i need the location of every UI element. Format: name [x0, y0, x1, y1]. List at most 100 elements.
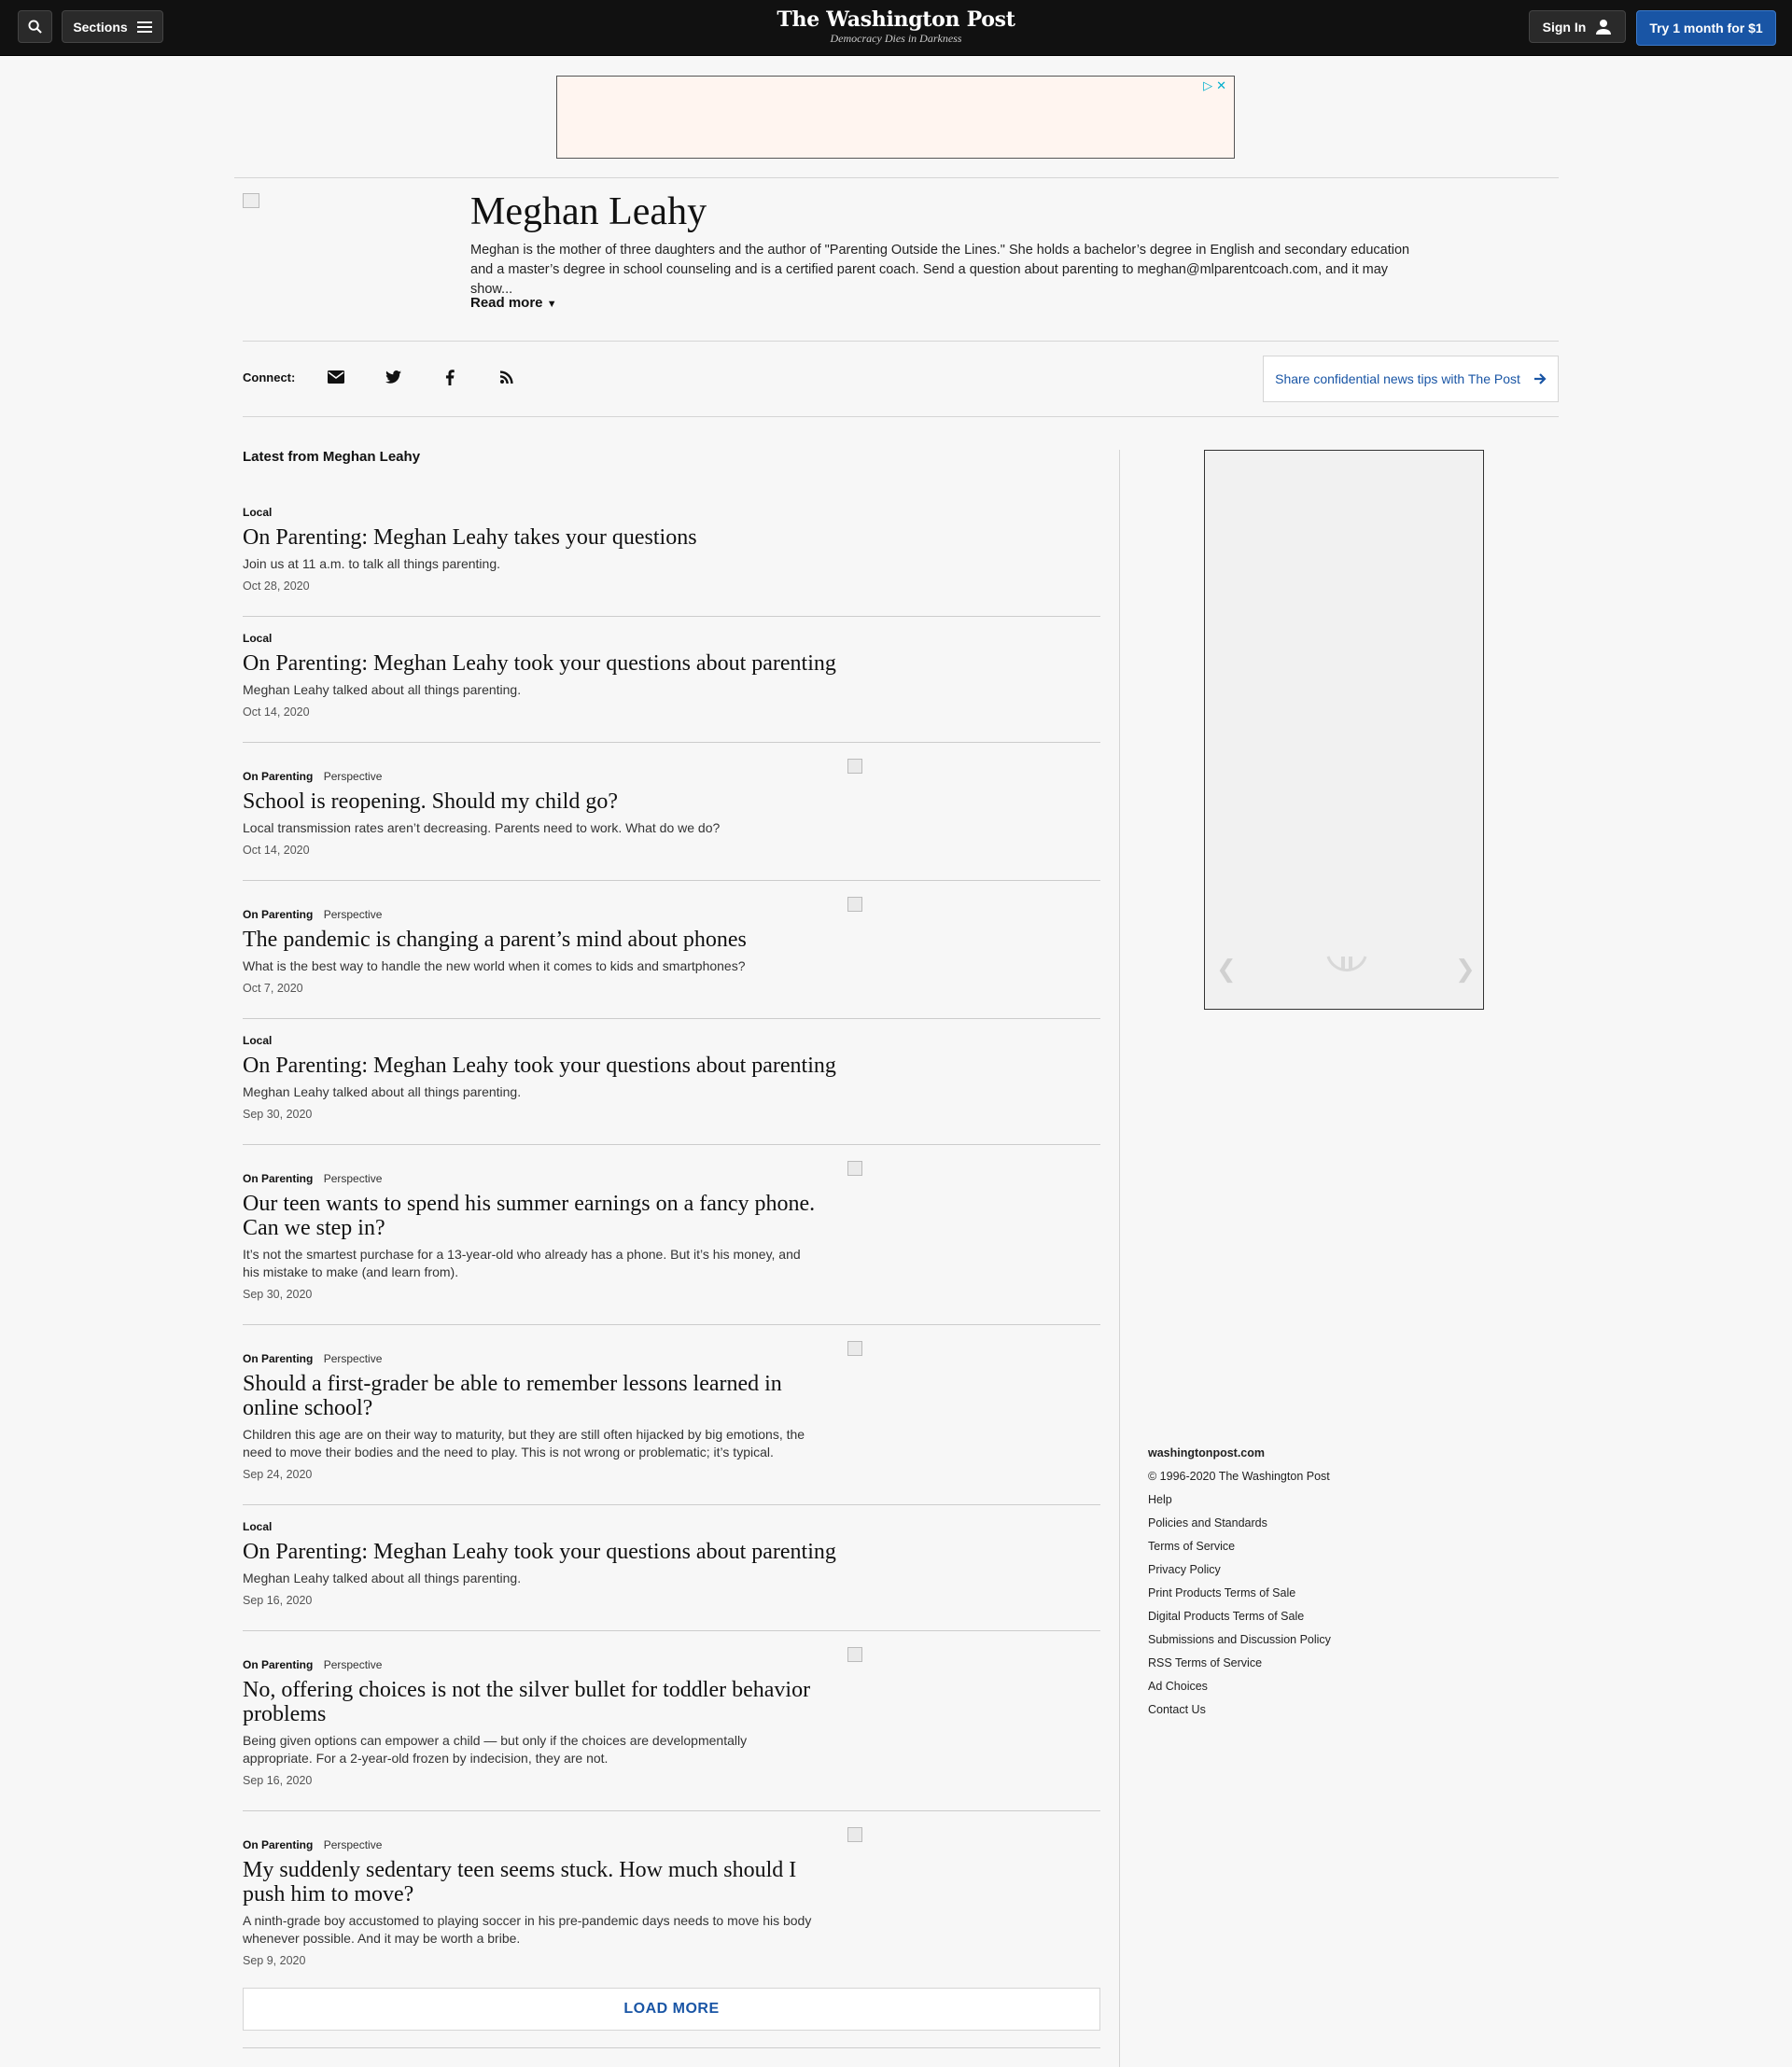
story-section[interactable]: Local — [243, 1034, 272, 1047]
story-section[interactable]: Local — [243, 632, 272, 645]
divider — [243, 2047, 1100, 2048]
story-label: Perspective — [323, 770, 383, 783]
story-kicker: Local — [243, 631, 1100, 646]
footer-link-submissions[interactable]: Submissions and Discussion Policy — [1148, 1628, 1331, 1652]
story-headline[interactable]: Should a first-grader be able to remembe… — [243, 1372, 821, 1420]
facebook-icon[interactable] — [439, 367, 461, 387]
rss-icon[interactable] — [496, 367, 518, 387]
read-more-button[interactable]: Read more ▼ — [470, 295, 557, 311]
email-icon[interactable] — [325, 367, 347, 387]
sections-menu-button[interactable]: Sections — [62, 10, 163, 43]
story-date: Oct 7, 2020 — [243, 982, 303, 995]
sign-in-button[interactable]: Sign In — [1529, 10, 1626, 43]
story-item: Local On Parenting: Meghan Leahy took yo… — [243, 1033, 1100, 1122]
story-label: Perspective — [323, 1172, 383, 1185]
site-logo[interactable]: The Washington Post Democracy Dies in Da… — [709, 7, 1083, 45]
story-item: Local On Parenting: Meghan Leahy takes y… — [243, 505, 1100, 594]
story-section[interactable]: Local — [243, 1520, 272, 1533]
sidebar-advertisement[interactable]: ❮ ❯ — [1204, 450, 1484, 1010]
brand-name: The Washington Post — [777, 7, 1015, 32]
story-blurb: Local transmission rates aren’t decreasi… — [243, 820, 721, 835]
footer-link-ad-choices[interactable]: Ad Choices — [1148, 1675, 1331, 1698]
story-section[interactable]: On Parenting — [243, 1172, 313, 1185]
load-more-button[interactable]: LOAD MORE — [243, 1988, 1100, 2031]
story-section[interactable]: On Parenting — [243, 1658, 313, 1671]
pause-icon[interactable] — [1324, 947, 1369, 993]
caret-down-icon: ▼ — [546, 299, 557, 310]
footer-site-name: washingtonpost.com — [1148, 1446, 1265, 1459]
story-headline[interactable]: School is reopening. Should my child go? — [243, 789, 821, 814]
story-thumbnail[interactable] — [847, 759, 862, 774]
ad-choices-icon[interactable]: ▷✕ — [1203, 78, 1230, 93]
story-kicker: On Parenting Perspective — [243, 907, 1100, 922]
story-item: Local On Parenting: Meghan Leahy took yo… — [243, 1519, 1100, 1608]
story-headline[interactable]: On Parenting: Meghan Leahy takes your qu… — [243, 525, 821, 550]
author-name: Meghan Leahy — [470, 190, 707, 233]
search-button[interactable] — [18, 10, 52, 43]
subscribe-button[interactable]: Try 1 month for $1 — [1636, 10, 1776, 46]
site-footer: washingtonpost.com © 1996-2020 The Washi… — [1148, 1442, 1331, 1722]
story-section[interactable]: On Parenting — [243, 1352, 313, 1365]
story-blurb: Meghan Leahy talked about all things par… — [243, 1084, 522, 1099]
divider — [234, 177, 1559, 178]
story-kicker: Local — [243, 505, 1100, 520]
chevron-left-icon[interactable]: ❮ — [1216, 955, 1237, 984]
story-label: Perspective — [323, 1658, 383, 1671]
story-blurb: Children this age are on their way to ma… — [243, 1427, 805, 1459]
story-kicker: On Parenting Perspective — [243, 1171, 1100, 1186]
story-headline[interactable]: Our teen wants to spend his summer earni… — [243, 1192, 821, 1240]
story-headline[interactable]: On Parenting: Meghan Leahy took your que… — [243, 651, 896, 676]
story-section[interactable]: On Parenting — [243, 770, 313, 783]
story-date: Sep 30, 2020 — [243, 1288, 313, 1301]
footer-link-help[interactable]: Help — [1148, 1488, 1331, 1512]
story-date: Oct 28, 2020 — [243, 580, 310, 593]
story-date: Sep 16, 2020 — [243, 1774, 313, 1787]
footer-link-rss-terms[interactable]: RSS Terms of Service — [1148, 1652, 1331, 1675]
footer-link-terms[interactable]: Terms of Service — [1148, 1535, 1331, 1558]
story-headline[interactable]: On Parenting: Meghan Leahy took your que… — [243, 1054, 896, 1078]
story-kicker: On Parenting Perspective — [243, 1657, 1100, 1672]
story-headline[interactable]: The pandemic is changing a parent’s mind… — [243, 928, 821, 952]
story-kicker: Local — [243, 1519, 1100, 1534]
story-item: On Parenting Perspective Should a first-… — [243, 1341, 1100, 1482]
search-icon — [28, 20, 42, 34]
divider — [243, 1810, 1100, 1811]
footer-copyright: © 1996-2020 The Washington Post — [1148, 1470, 1330, 1483]
story-label: Perspective — [323, 908, 383, 921]
story-item: Local On Parenting: Meghan Leahy took yo… — [243, 631, 1100, 719]
story-item: On Parenting Perspective No, offering ch… — [243, 1647, 1100, 1788]
story-headline[interactable]: No, offering choices is not the silver b… — [243, 1678, 821, 1726]
story-section[interactable]: Local — [243, 506, 272, 519]
sign-in-label: Sign In — [1542, 19, 1587, 35]
story-blurb: What is the best way to handle the new w… — [243, 958, 746, 973]
story-headline[interactable]: My suddenly sedentary teen seems stuck. … — [243, 1858, 821, 1906]
story-thumbnail[interactable] — [847, 1827, 862, 1842]
column-divider — [1119, 450, 1120, 2067]
story-thumbnail[interactable] — [847, 1647, 862, 1662]
story-label: Perspective — [323, 1352, 383, 1365]
story-thumbnail[interactable] — [847, 1341, 862, 1356]
hamburger-icon — [136, 21, 152, 33]
story-blurb: Being given options can empower a child … — [243, 1733, 748, 1766]
story-section[interactable]: On Parenting — [243, 908, 313, 921]
footer-link-privacy[interactable]: Privacy Policy — [1148, 1558, 1331, 1582]
story-blurb: Meghan Leahy talked about all things par… — [243, 1571, 522, 1585]
advertisement-banner[interactable]: ▷✕ — [556, 76, 1235, 159]
story-thumbnail[interactable] — [847, 897, 862, 912]
footer-link-policies[interactable]: Policies and Standards — [1148, 1512, 1331, 1535]
story-headline[interactable]: On Parenting: Meghan Leahy took your que… — [243, 1540, 896, 1564]
story-thumbnail[interactable] — [847, 1161, 862, 1176]
twitter-icon[interactable] — [382, 367, 404, 387]
story-blurb: A ninth-grade boy accustomed to playing … — [243, 1913, 812, 1946]
brand-tagline: Democracy Dies in Darkness — [830, 32, 962, 45]
footer-link-contact[interactable]: Contact Us — [1148, 1698, 1331, 1722]
story-date: Sep 16, 2020 — [243, 1594, 313, 1607]
story-blurb: It’s not the smartest purchase for a 13-… — [243, 1247, 801, 1279]
news-tips-button[interactable]: Share confidential news tips with The Po… — [1263, 356, 1559, 402]
news-tips-label: Share confidential news tips with The Po… — [1275, 371, 1520, 386]
footer-link-digital-terms[interactable]: Digital Products Terms of Sale — [1148, 1605, 1331, 1628]
story-section[interactable]: On Parenting — [243, 1838, 313, 1851]
chevron-right-icon[interactable]: ❯ — [1455, 955, 1476, 984]
connect-label: Connect: — [243, 370, 296, 384]
footer-link-print-terms[interactable]: Print Products Terms of Sale — [1148, 1582, 1331, 1605]
